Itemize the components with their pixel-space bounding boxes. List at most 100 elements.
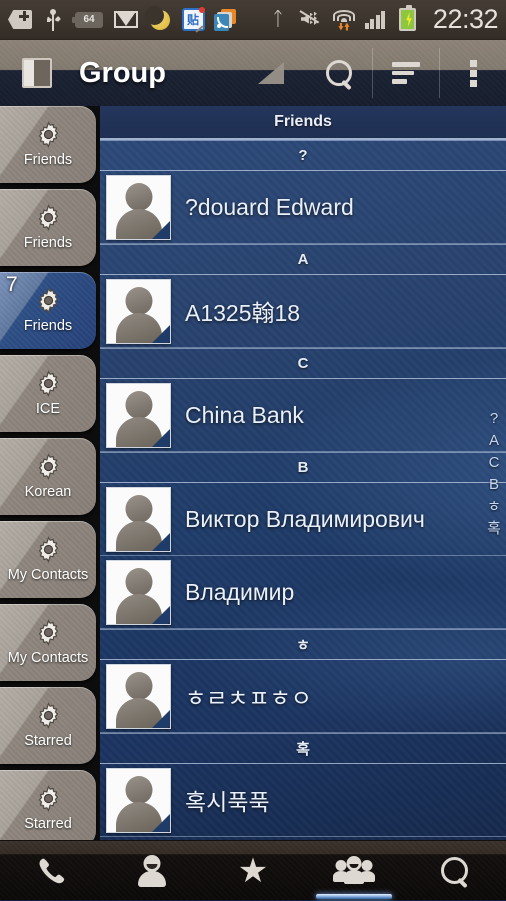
page-title: Group	[79, 56, 166, 89]
overflow-menu-button[interactable]	[440, 40, 506, 106]
contact-row[interactable]: Виктор Владимирович	[100, 483, 506, 556]
star-icon: ★	[237, 851, 269, 890]
status-bar-clock: 22:32	[432, 4, 499, 34]
gear-icon	[35, 121, 62, 148]
sidebar-tab-label: Friends	[23, 235, 73, 251]
bottom-nav-contacts[interactable]	[102, 841, 202, 901]
signal-icon	[364, 8, 388, 32]
sidebar-tab-label: Starred	[24, 816, 72, 832]
contact-name: Виктор Владимирович	[185, 505, 425, 532]
sidebar-tab-label: Starred	[24, 733, 72, 749]
avatar	[106, 559, 171, 625]
gear-icon	[35, 536, 62, 563]
vibrate-mute-icon	[298, 8, 324, 32]
contact-row[interactable]: China Bank	[100, 379, 506, 452]
selected-tab-indicator	[316, 893, 393, 899]
search-icon	[441, 856, 469, 885]
index-letter[interactable]: 혹	[487, 521, 501, 536]
section-header: 혹	[100, 733, 506, 764]
sidebar-tab-label: Friends	[23, 152, 73, 168]
contact-name: 혹시푹푹	[185, 789, 270, 815]
sidebar-tab-label: My Contacts	[7, 567, 89, 583]
avatar	[106, 486, 171, 552]
sidebar-tab-ice[interactable]: ICE	[0, 355, 96, 432]
index-letter[interactable]: ㅎ	[487, 499, 501, 514]
wifi-icon	[332, 8, 356, 32]
avatar	[106, 663, 171, 729]
sidebar-tab-my-contacts[interactable]: My Contacts	[0, 521, 96, 598]
index-letter[interactable]: A	[489, 433, 499, 448]
sidebar-tab-label: Friends	[23, 318, 73, 334]
contact-row[interactable]: ㅎㄹㅊㅍㅎㅇ	[100, 660, 506, 733]
section-header: C	[100, 348, 506, 379]
usb-icon	[41, 8, 65, 32]
sidebar-tab-friends[interactable]: Friends	[0, 106, 96, 183]
avatar	[106, 767, 171, 833]
index-letter[interactable]: C	[489, 455, 500, 470]
section-header: ㅎ	[100, 629, 506, 660]
moon-dnd-icon	[145, 5, 172, 32]
index-letter[interactable]: B	[489, 477, 499, 492]
contact-row[interactable]: ?douard Edward	[100, 171, 506, 244]
index-letter[interactable]: ?	[490, 411, 498, 426]
sidebar-tab-starred[interactable]: Starred	[0, 687, 96, 764]
sidebar-tab-my-contacts[interactable]: My Contacts	[0, 604, 96, 681]
avatar	[106, 382, 171, 448]
bottom-nav-phone[interactable]	[1, 841, 101, 901]
bottom-navigation-bar[interactable]: ★	[0, 840, 506, 900]
sidebar-tab-label: ICE	[35, 401, 61, 417]
contact-list[interactable]: Friends? ?douard Edward A A1325翰18 C China Ba…	[100, 106, 506, 840]
avatar	[106, 174, 171, 240]
overflow-menu-icon	[469, 59, 477, 87]
sort-icon	[392, 62, 420, 85]
battery-percent-icon: 64	[72, 8, 104, 32]
bottom-nav-favorites[interactable]: ★	[203, 841, 303, 901]
panel-toggle-icon[interactable]	[22, 58, 52, 88]
gmail-icon	[113, 8, 139, 32]
contact-name: ?douard Edward	[185, 193, 354, 220]
gear-icon	[35, 204, 62, 231]
battery-charging-icon	[396, 5, 420, 32]
sidebar-tab-korean[interactable]: Korean	[0, 438, 96, 515]
section-header: A	[100, 244, 506, 275]
gear-icon	[35, 287, 62, 314]
back-plus-icon	[8, 8, 32, 32]
status-bar[interactable]: 64 贴 ᛏ 22:32	[0, 0, 506, 40]
note-app-glyph: 贴	[186, 12, 199, 27]
phone-icon	[36, 856, 66, 886]
note-app-icon: 贴	[181, 7, 205, 33]
sidebar-tab-starred[interactable]: Starred	[0, 770, 96, 840]
contact-name: A1325翰18	[185, 300, 301, 326]
group-header: Friends	[100, 106, 506, 140]
section-header: ?	[100, 140, 506, 171]
section-header: В	[100, 452, 506, 483]
rss-feed-icon	[214, 8, 238, 32]
bluetooth-icon: ᛏ	[272, 9, 284, 30]
sidebar-tab-friends[interactable]: 7 Friends	[0, 272, 96, 349]
bottom-nav-search[interactable]	[405, 841, 505, 901]
bottom-nav-groups[interactable]	[304, 841, 404, 901]
alphabet-index-strip[interactable]: ? A C B ㅎ 혹	[482, 106, 506, 840]
sort-button[interactable]	[373, 40, 439, 106]
battery-percent-label: 64	[72, 11, 103, 28]
status-bar-notifications: 64 贴	[8, 5, 266, 33]
dropdown-triangle-icon[interactable]	[258, 62, 284, 84]
contact-name: Владимир	[185, 578, 295, 605]
avatar	[106, 278, 171, 344]
contact-name: China Bank	[185, 401, 304, 428]
group-tabs-sidebar[interactable]: Friends Friends 7 Friends ICE Korean My Contac…	[0, 106, 100, 840]
groups-icon	[333, 855, 376, 886]
contact-row[interactable]: A1325翰18	[100, 275, 506, 348]
person-icon	[137, 854, 167, 887]
contact-row[interactable]: Владимир	[100, 556, 506, 629]
contact-row[interactable]: 혹시푹푹	[100, 764, 506, 837]
search-button[interactable]	[306, 40, 372, 106]
gear-icon	[35, 785, 62, 812]
search-icon	[326, 60, 352, 86]
action-bar: Group	[0, 40, 506, 106]
contact-name: ㅎㄹㅊㅍㅎㅇ	[185, 685, 312, 711]
status-bar-system: ᛏ 22:32	[266, 4, 498, 35]
gear-icon	[35, 702, 62, 729]
sidebar-tab-friends[interactable]: Friends	[0, 189, 96, 266]
sidebar-tab-label: Korean	[24, 484, 72, 500]
